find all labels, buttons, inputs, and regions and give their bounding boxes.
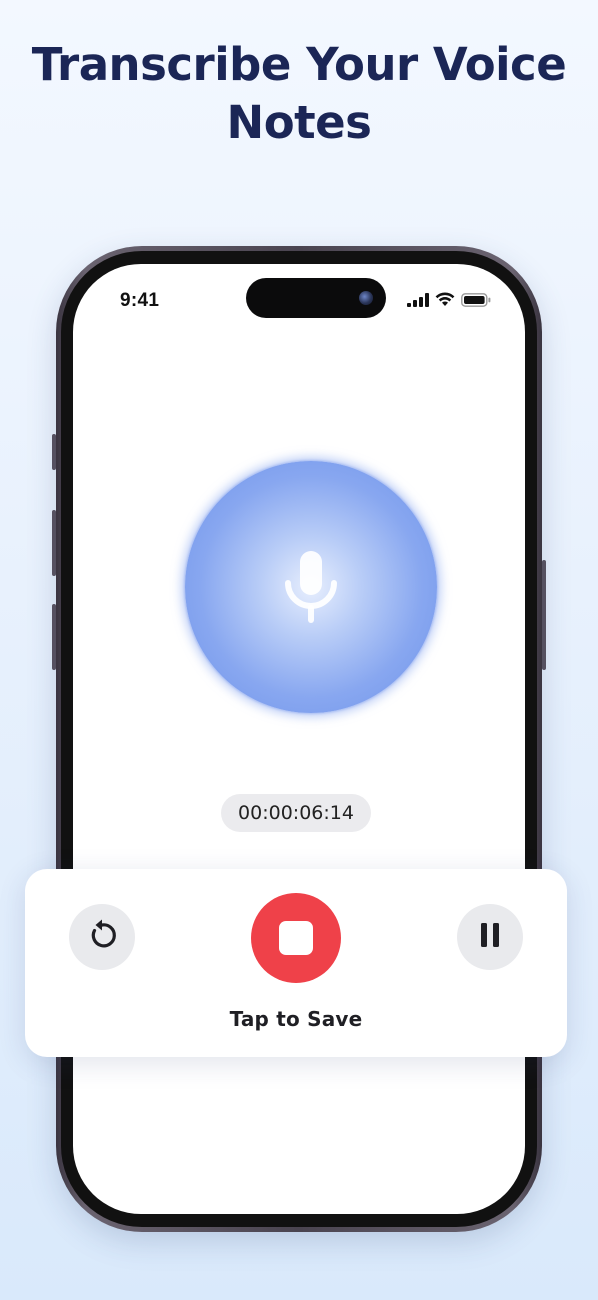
- recording-controls-card: Tap to Save: [25, 869, 567, 1057]
- headline-line-2: Notes: [226, 96, 372, 149]
- stop-save-button[interactable]: [251, 893, 341, 983]
- stop-icon: [279, 921, 313, 955]
- status-time: 9:41: [120, 290, 160, 311]
- microphone-icon: [283, 549, 339, 630]
- recording-orb: [181, 459, 437, 713]
- cellular-signal-icon: [407, 292, 429, 312]
- tap-to-save-label: Tap to Save: [229, 1007, 363, 1031]
- battery-icon: [461, 292, 491, 312]
- pause-button[interactable]: [457, 904, 523, 970]
- dynamic-island: [246, 278, 386, 318]
- phone-power-button: [542, 560, 546, 670]
- elapsed-timer: 00:00:06:14: [221, 794, 371, 832]
- restart-icon: [85, 918, 119, 957]
- pause-icon: [477, 922, 503, 953]
- headline-line-1: Transcribe Your Voice: [31, 38, 567, 91]
- status-icons: [407, 292, 491, 312]
- phone-frame: 9:41 00:00:06:14: [56, 246, 542, 1232]
- restart-button[interactable]: [69, 904, 135, 970]
- phone-screen: 9:41 00:00:06:14: [73, 264, 525, 1214]
- page-headline: Transcribe Your Voice Notes: [0, 36, 598, 152]
- wifi-icon: [435, 292, 455, 312]
- camera-icon: [359, 291, 373, 305]
